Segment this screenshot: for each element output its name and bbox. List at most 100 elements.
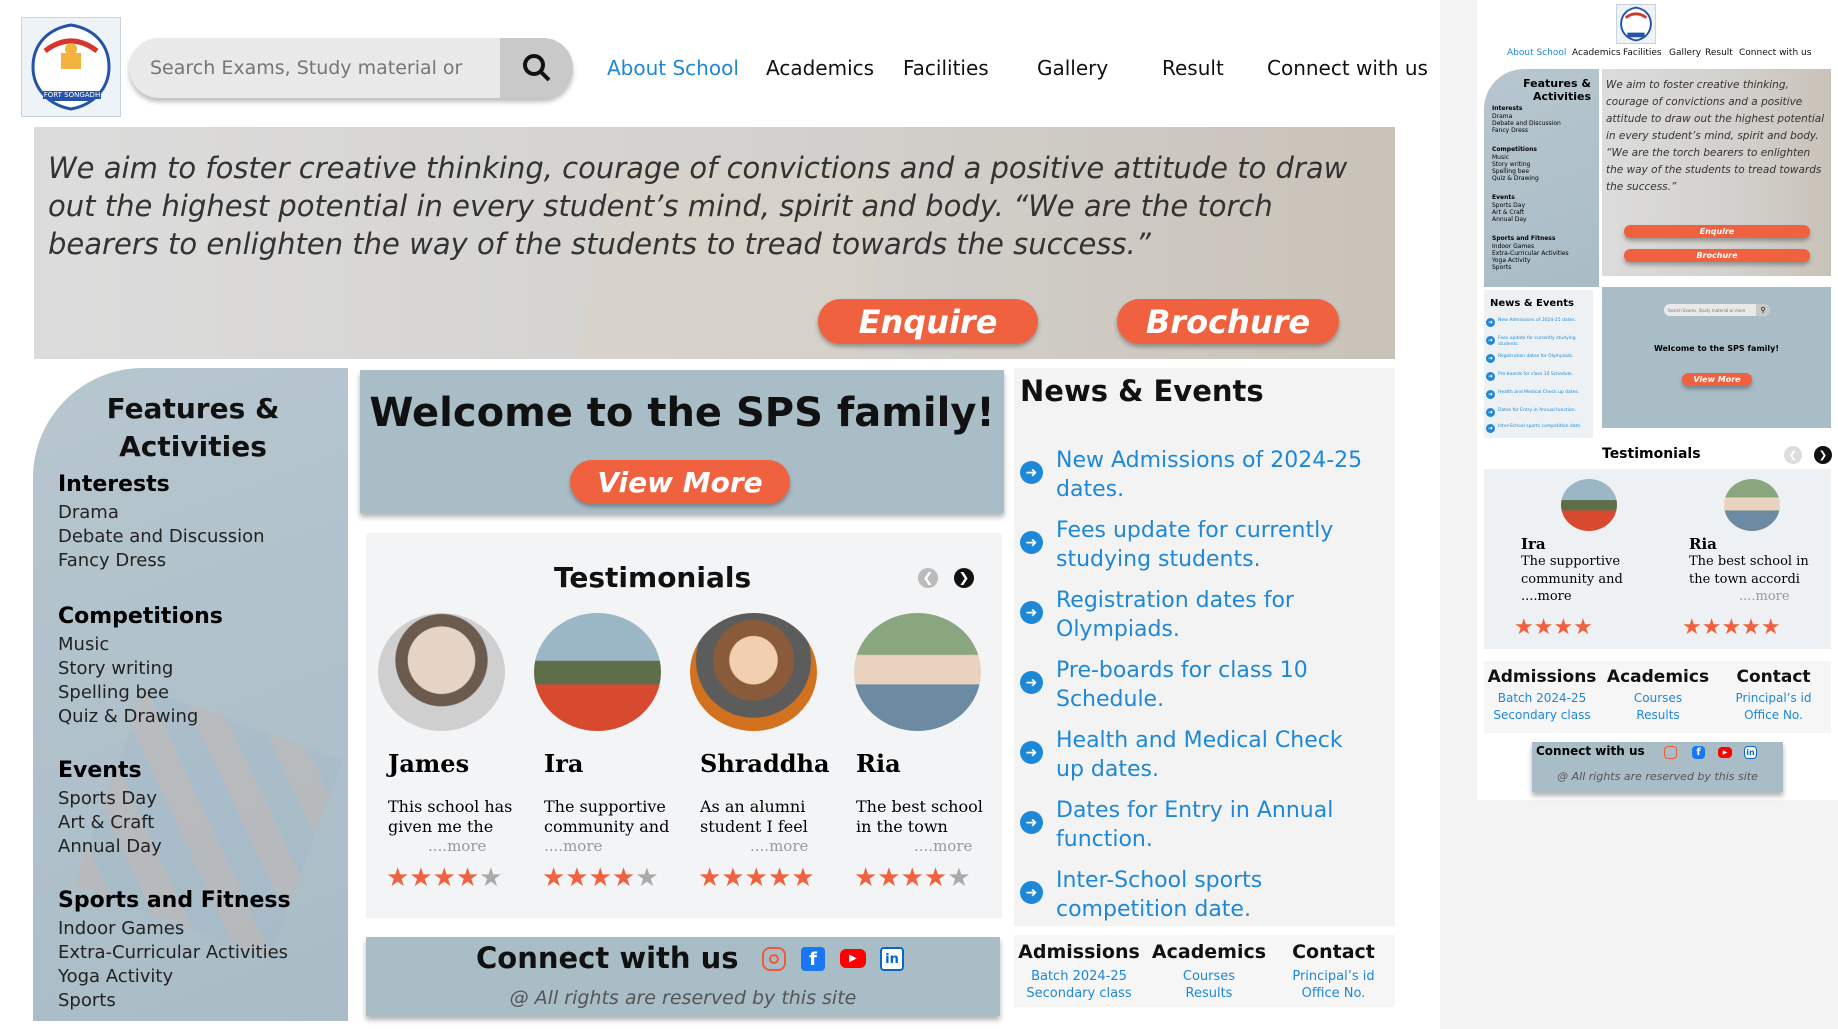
linkedin-icon[interactable]: in — [1744, 746, 1757, 759]
mobile-testimonial-text: The best school in the town accordi — [1689, 554, 1809, 587]
mobile-feature-item[interactable]: Music — [1492, 154, 1509, 161]
mobile-more-link[interactable]: ....more — [1739, 589, 1790, 604]
mobile-feature-item[interactable]: Extra-Curricular Activities — [1492, 250, 1569, 257]
facebook-icon[interactable]: f — [1692, 746, 1705, 759]
mobile-news-item[interactable]: New Admissions of 2024-25 dates. — [1498, 318, 1590, 324]
feature-item[interactable]: Quiz & Drawing — [58, 706, 198, 727]
mobile-quick-link[interactable]: Results — [1600, 708, 1716, 722]
mobile-next-arrow-icon[interactable]: ❯ — [1814, 446, 1832, 464]
feature-item[interactable]: Music — [58, 634, 109, 655]
quick-link[interactable]: Batch 2024-25 — [1014, 969, 1144, 984]
mobile-feature-item[interactable]: Story writing — [1492, 161, 1530, 168]
mobile-feature-item[interactable]: Debate and Discussion — [1492, 120, 1561, 127]
linkedin-icon[interactable]: in — [880, 947, 904, 971]
school-logo[interactable] — [21, 17, 121, 117]
quick-link[interactable]: Secondary class — [1014, 986, 1144, 1001]
mobile-feature-item[interactable]: Fancy Dress — [1492, 127, 1528, 134]
mobile-news-item[interactable]: Fees update for currently studying stude… — [1498, 336, 1590, 348]
mobile-feature-item[interactable]: Yoga Activity — [1492, 257, 1530, 264]
news-item[interactable]: Pre-boards for class 10 Schedule. — [1056, 656, 1376, 714]
youtube-icon[interactable]: ▶ — [840, 949, 866, 968]
quick-link[interactable]: Courses — [1144, 969, 1274, 984]
mobile-more-link[interactable]: ....more — [1521, 589, 1572, 604]
mobile-search-input[interactable] — [1668, 304, 1752, 316]
mobile-nav-academics[interactable]: Academics — [1572, 48, 1621, 58]
mobile-nav-gallery[interactable]: Gallery — [1669, 48, 1701, 58]
more-link[interactable]: ....more — [750, 837, 808, 855]
feature-item[interactable]: Story writing — [58, 658, 173, 679]
quick-link[interactable]: Principal’s id — [1272, 969, 1395, 984]
feature-item[interactable]: Indoor Games — [58, 918, 184, 939]
mobile-news-item[interactable]: Pre-boards for class 10 Schedule. — [1498, 372, 1590, 378]
nav-result[interactable]: Result — [1162, 56, 1224, 80]
news-item[interactable]: Dates for Entry in Annual function. — [1056, 796, 1376, 854]
mobile-feature-item[interactable]: Sports — [1492, 264, 1511, 271]
mobile-quick-link[interactable]: Secondary class — [1484, 708, 1600, 722]
mobile-search-icon[interactable]: ⚲ — [1756, 304, 1770, 316]
mobile-logo[interactable] — [1616, 4, 1656, 44]
feature-item[interactable]: Sports — [58, 990, 116, 1011]
prev-arrow-icon[interactable]: ❮ — [918, 568, 938, 588]
mobile-prev-arrow-icon[interactable]: ❮ — [1784, 446, 1802, 464]
mobile-news-item[interactable]: Dates for Entry in Annual function. — [1498, 408, 1590, 414]
facebook-icon[interactable]: f — [801, 947, 825, 971]
feature-item[interactable]: Annual Day — [58, 836, 162, 857]
nav-about-school[interactable]: About School — [607, 56, 739, 80]
news-item[interactable]: New Admissions of 2024-25 dates. — [1056, 446, 1376, 504]
quick-link[interactable]: Results — [1144, 986, 1274, 1001]
mobile-feature-item[interactable]: Drama — [1492, 113, 1512, 120]
quick-link[interactable]: Office No. — [1272, 986, 1395, 1001]
mobile-feature-item[interactable]: Sports Day — [1492, 202, 1525, 209]
mobile-nav-connect[interactable]: Connect with us — [1739, 48, 1811, 58]
view-more-button[interactable]: View More — [570, 460, 790, 504]
nav-gallery[interactable]: Gallery — [1037, 56, 1108, 80]
testimonial-name: Ria — [856, 749, 901, 778]
mobile-feature-item[interactable]: Indoor Games — [1492, 243, 1534, 250]
mobile-feature-item[interactable]: Annual Day — [1492, 216, 1527, 223]
mobile-feature-item[interactable]: Quiz & Drawing — [1492, 175, 1539, 182]
mobile-news-item[interactable]: Health and Medical Check up dates. — [1498, 390, 1590, 396]
mobile-welcome-panel: ⚲ Welcome to the SPS family! View More — [1602, 287, 1831, 428]
feature-item[interactable]: Art & Craft — [58, 812, 154, 833]
mobile-news-item[interactable]: Registration dates for Olympiads. — [1498, 354, 1590, 360]
mobile-view-more-button[interactable]: View More — [1682, 373, 1752, 386]
news-item[interactable]: Fees update for currently studying stude… — [1056, 516, 1376, 574]
news-item[interactable]: Registration dates for Olympiads. — [1056, 586, 1376, 644]
feature-item[interactable]: Sports Day — [58, 788, 157, 809]
search-input[interactable] — [150, 38, 470, 98]
news-item[interactable]: Health and Medical Check up dates. — [1056, 726, 1376, 784]
mobile-nav-about[interactable]: About School — [1507, 48, 1566, 58]
youtube-icon[interactable]: ▶ — [1718, 747, 1732, 758]
feature-item[interactable]: Spelling bee — [58, 682, 169, 703]
instagram-icon[interactable] — [1664, 746, 1677, 759]
search-button[interactable] — [500, 38, 573, 98]
mobile-quick-link[interactable]: Principal’s id — [1716, 691, 1831, 705]
mobile-news-item[interactable]: Inter-School sports competition date. — [1498, 424, 1590, 430]
mobile-feature-item[interactable]: Art & Craft — [1492, 209, 1524, 216]
next-arrow-icon[interactable]: ❯ — [954, 568, 974, 588]
more-link[interactable]: ....more — [428, 837, 486, 855]
brochure-button[interactable]: Brochure — [1117, 299, 1339, 344]
enquire-button[interactable]: Enquire — [818, 299, 1038, 344]
nav-academics[interactable]: Academics — [766, 56, 874, 80]
news-item[interactable]: Inter-School sports competition date. — [1056, 866, 1376, 924]
testimonial-name: Shraddha — [700, 749, 830, 778]
mobile-nav-result[interactable]: Result — [1705, 48, 1733, 58]
mobile-feature-item[interactable]: Spelling bee — [1492, 168, 1529, 175]
mobile-enquire-button[interactable]: Enquire — [1624, 225, 1810, 238]
mobile-quick-link[interactable]: Batch 2024-25 — [1484, 691, 1600, 705]
feature-item[interactable]: Drama — [58, 502, 119, 523]
more-link[interactable]: ....more — [914, 837, 972, 855]
more-link[interactable]: ....more — [544, 837, 602, 855]
mobile-quick-link[interactable]: Courses — [1600, 691, 1716, 705]
nav-connect[interactable]: Connect with us — [1267, 56, 1428, 80]
mobile-brochure-button[interactable]: Brochure — [1624, 249, 1810, 262]
mobile-nav-facilities[interactable]: Facilities — [1623, 48, 1662, 58]
mobile-quick-link[interactable]: Office No. — [1716, 708, 1831, 722]
feature-item[interactable]: Extra-Curricular Activities — [58, 942, 288, 963]
feature-item[interactable]: Fancy Dress — [58, 550, 166, 571]
feature-item[interactable]: Yoga Activity — [58, 966, 173, 987]
nav-facilities[interactable]: Facilities — [903, 56, 989, 80]
feature-item[interactable]: Debate and Discussion — [58, 526, 265, 547]
instagram-icon[interactable] — [762, 947, 786, 971]
